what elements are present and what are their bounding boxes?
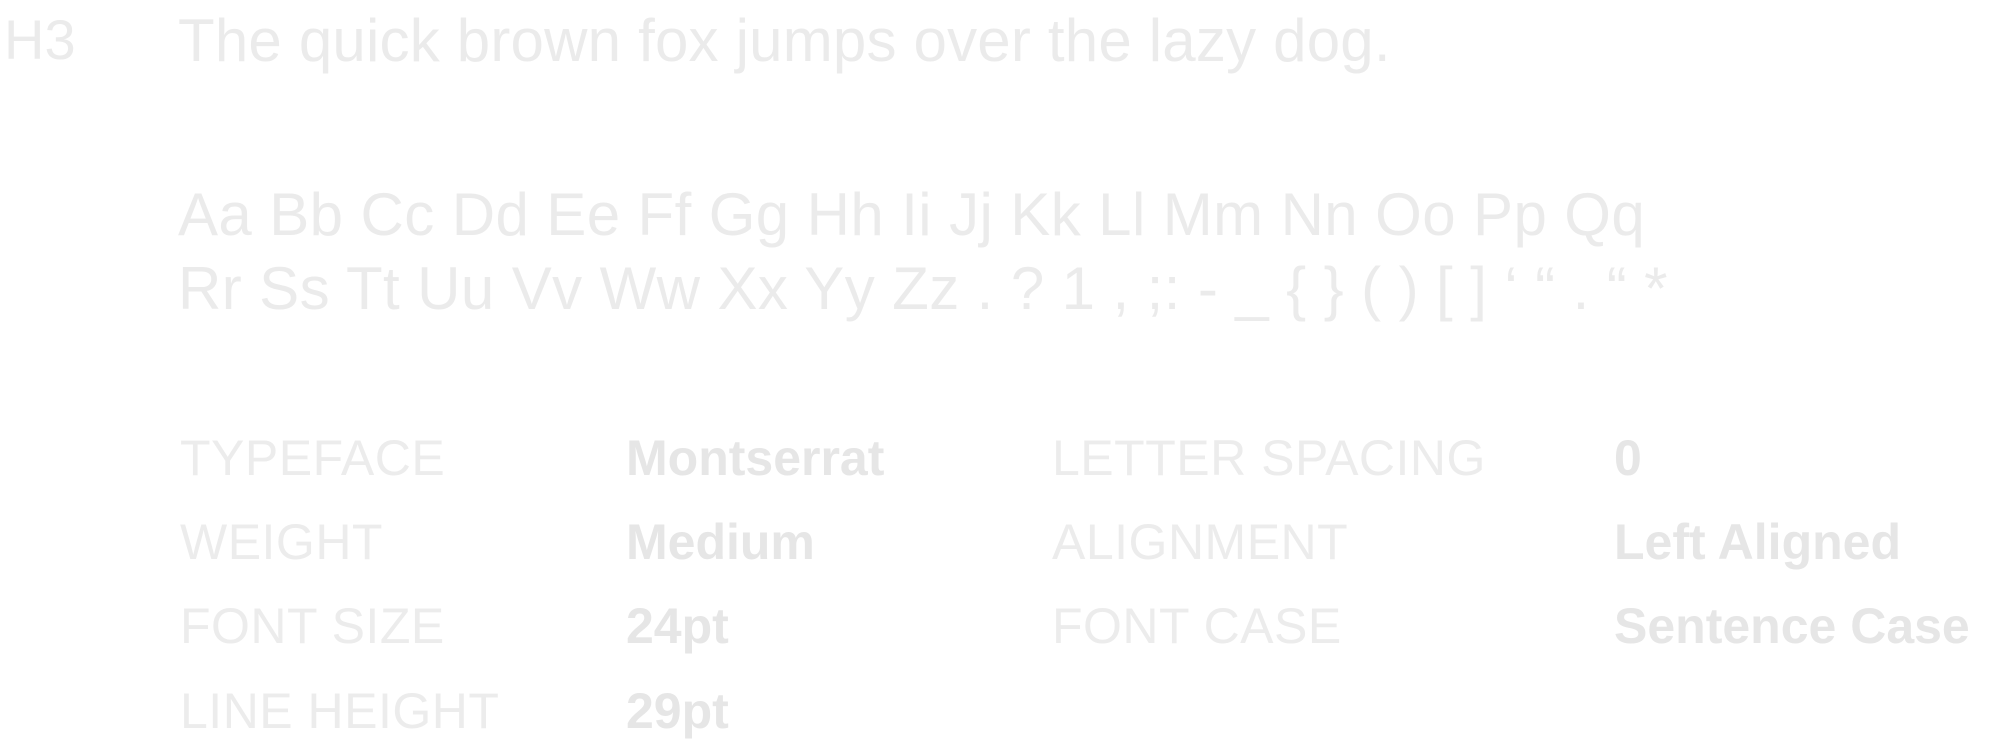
font-case-value: Sentence Case	[1614, 598, 1970, 654]
weight-label: WEIGHT	[180, 514, 383, 570]
typeface-label: TYPEFACE	[180, 430, 446, 486]
sample-sentence: The quick brown fox jumps over the lazy …	[178, 7, 1391, 74]
typeface-value: Montserrat	[626, 430, 885, 486]
font-case-label: FONT CASE	[1052, 598, 1342, 654]
letter-spacing-value: 0	[1614, 430, 1642, 486]
line-height-value: 29pt	[626, 683, 729, 739]
line-height-label: LINE HEIGHT	[180, 683, 500, 739]
glyph-set: Aa Bb Cc Dd Ee Ff Gg Hh Ii Jj Kk Ll Mm N…	[178, 178, 1668, 326]
glyph-line-2: Rr Ss Tt Uu Vv Ww Xx Yy Zz . ? 1 , ;: - …	[178, 255, 1668, 322]
alignment-value: Left Aligned	[1614, 514, 1902, 570]
weight-value: Medium	[626, 514, 815, 570]
alignment-label: ALIGNMENT	[1052, 514, 1349, 570]
font-size-value: 24pt	[626, 598, 729, 654]
style-tag: H3	[4, 8, 76, 71]
letter-spacing-label: LETTER SPACING	[1052, 430, 1486, 486]
font-size-label: FONT SIZE	[180, 598, 445, 654]
glyph-line-1: Aa Bb Cc Dd Ee Ff Gg Hh Ii Jj Kk Ll Mm N…	[178, 181, 1646, 248]
